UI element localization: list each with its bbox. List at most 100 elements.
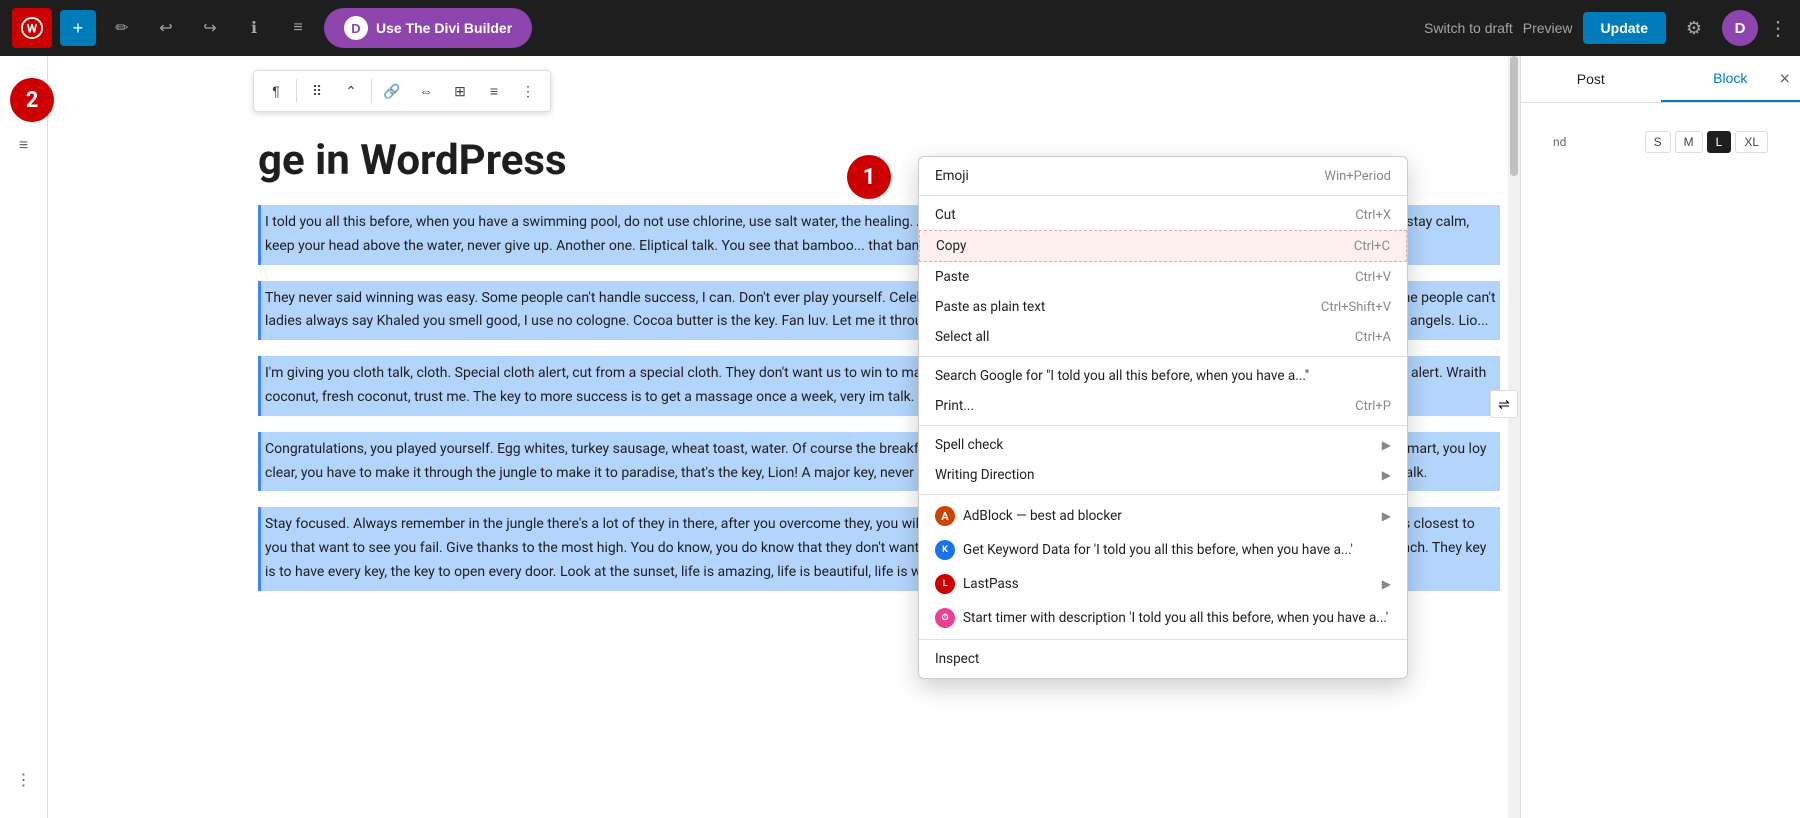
chevron-icon: ⌃ [345,83,357,100]
lastpass-icon: L [935,574,955,594]
lastpass-menu-item[interactable]: L LastPass ▶ [919,567,1407,601]
menu-divider-2 [919,356,1407,357]
emoji-menu-item[interactable]: Emoji Win+Period [919,161,1407,191]
search-google-label: Search Google for "I told you all this b… [935,368,1309,384]
spell-check-label: Spell check [935,437,1003,453]
more-options-button[interactable]: ⋮ [1768,16,1788,41]
select-all-menu-item[interactable]: Select all Ctrl+A [919,322,1407,352]
keyword-icon: K [935,540,955,560]
lastpass-label: LastPass [963,576,1019,592]
adblock-label: AdBlock — best ad blocker [963,508,1122,524]
inspect-label: Inspect [935,651,979,667]
top-bar: W + ✏ ↩ ↪ ℹ ≡ D Use The Divi Builder Swi… [0,0,1800,56]
writing-direction-arrow: ▶ [1382,468,1391,482]
keyword-menu-item[interactable]: K Get Keyword Data for 'I told you all t… [919,533,1407,567]
table-icon: ⊞ [454,83,466,100]
link-button[interactable]: 🔗 [376,75,408,107]
scrollbar-thumb[interactable] [1510,56,1518,176]
cut-menu-item[interactable]: Cut Ctrl+X [919,200,1407,230]
paragraph-icon: ¶ [272,83,280,99]
paste-menu-item[interactable]: Paste Ctrl+V [919,262,1407,292]
switch-to-draft-button[interactable]: Switch to draft [1424,20,1513,36]
size-m-button[interactable]: M [1675,131,1703,153]
sidebar-close-button[interactable]: × [1779,69,1790,90]
print-label: Print... [935,398,974,414]
size-s-button[interactable]: S [1645,131,1671,153]
ellipsis-icon: ⋮ [1768,18,1788,40]
scrollbar-track[interactable] [1508,56,1520,818]
copy-shortcut: Ctrl+C [1354,239,1390,254]
sidebar-more-icon[interactable]: ⋮ [6,762,42,798]
post-settings-button[interactable]: ⚙ [1676,10,1712,46]
gear-icon: ⚙ [1686,18,1702,39]
edit-button[interactable]: ✏ [104,10,140,46]
copy-menu-item[interactable]: Copy Ctrl+C [919,230,1407,262]
svg-text:W: W [27,22,38,36]
align-center-button[interactable]: ⇔ [410,75,442,107]
divi-label: Use The Divi Builder [376,20,512,36]
paragraph-type-button[interactable]: ¶ [260,75,292,107]
update-button[interactable]: Update [1583,12,1666,44]
paste-label: Paste [935,269,969,285]
spell-check-arrow: ▶ [1382,438,1391,452]
redo-icon: ↪ [203,18,216,38]
size-xl-button[interactable]: XL [1735,131,1768,153]
context-menu: Emoji Win+Period Cut Ctrl+X Copy Ctrl+C … [918,156,1408,679]
divi-circle-button[interactable]: D [1722,10,1758,46]
menu-divider-1 [919,195,1407,196]
preview-button[interactable]: Preview [1523,20,1573,36]
pencil-icon: ✏ [115,18,128,38]
more-icon: ⋮ [521,83,535,100]
block-size-label: nd [1553,135,1566,149]
wp-logo: W [12,8,52,48]
menu-divider-4 [919,494,1407,495]
editor-area: ¶ ⠿ ⌃ 🔗 ⇔ ⊞ ≡ ⋮ [48,56,1520,818]
link-icon: 🔗 [383,83,400,100]
spell-check-menu-item[interactable]: Spell check ▶ [919,430,1407,460]
size-l-button[interactable]: L [1707,131,1732,153]
block-settings: nd S M L XL [1537,119,1784,177]
table-button[interactable]: ⊞ [444,75,476,107]
cut-shortcut: Ctrl+X [1355,208,1391,223]
timer-menu-item[interactable]: ⏱ Start timer with description 'I told y… [919,601,1407,635]
divi-builder-button[interactable]: D Use The Divi Builder [324,8,532,48]
undo-button[interactable]: ↩ [148,10,184,46]
right-sidebar: Post Block × nd S M L XL ⇌ [1520,56,1800,818]
writing-direction-menu-item[interactable]: Writing Direction ▶ [919,460,1407,490]
inspect-menu-item[interactable]: Inspect [919,644,1407,674]
drag-icon: ⠿ [312,83,322,100]
list-view-button[interactable]: ≡ [280,10,316,46]
tab-post[interactable]: Post [1521,56,1661,102]
cut-label: Cut [935,207,956,223]
timer-icon: ⏱ [935,608,955,628]
block-toolbar: ¶ ⠿ ⌃ 🔗 ⇔ ⊞ ≡ ⋮ [253,70,551,112]
undo-icon: ↩ [159,18,172,38]
toolbar-divider-2 [371,79,372,103]
adjust-button[interactable]: ⇌ [1490,390,1518,418]
paste-plain-menu-item[interactable]: Paste as plain text Ctrl+Shift+V [919,292,1407,322]
align-left-button[interactable]: ≡ [478,75,510,107]
add-block-button[interactable]: + [60,10,96,46]
adblock-menu-item[interactable]: A AdBlock — best ad blocker ▶ [919,499,1407,533]
toolbar-divider [296,79,297,103]
keyword-label: Get Keyword Data for 'I told you all thi… [963,542,1353,558]
main-area: ⊞ ≡ ⋮ ¶ ⠿ ⌃ 🔗 ⇔ ⊞ [0,56,1800,818]
adjust-icon: ⇌ [1498,396,1510,413]
search-google-menu-item[interactable]: Search Google for "I told you all this b… [919,361,1407,391]
align-left-icon: ≡ [490,83,498,99]
list-icon: ≡ [293,19,302,37]
menu-divider-3 [919,425,1407,426]
redo-button[interactable]: ↪ [192,10,228,46]
timer-label: Start timer with description 'I told you… [963,610,1388,626]
move-block-button[interactable]: ⌃ [335,75,367,107]
more-toolbar-button[interactable]: ⋮ [512,75,544,107]
paste-shortcut: Ctrl+V [1355,270,1391,285]
drag-handle-button[interactable]: ⠿ [301,75,333,107]
info-button[interactable]: ℹ [236,10,272,46]
sidebar-content: nd S M L XL [1521,103,1800,818]
paste-plain-label: Paste as plain text [935,299,1045,315]
copy-label: Copy [936,238,966,254]
print-menu-item[interactable]: Print... Ctrl+P [919,391,1407,421]
divi-icon: D [344,16,368,40]
sidebar-settings-icon[interactable]: ≡ [6,128,42,164]
